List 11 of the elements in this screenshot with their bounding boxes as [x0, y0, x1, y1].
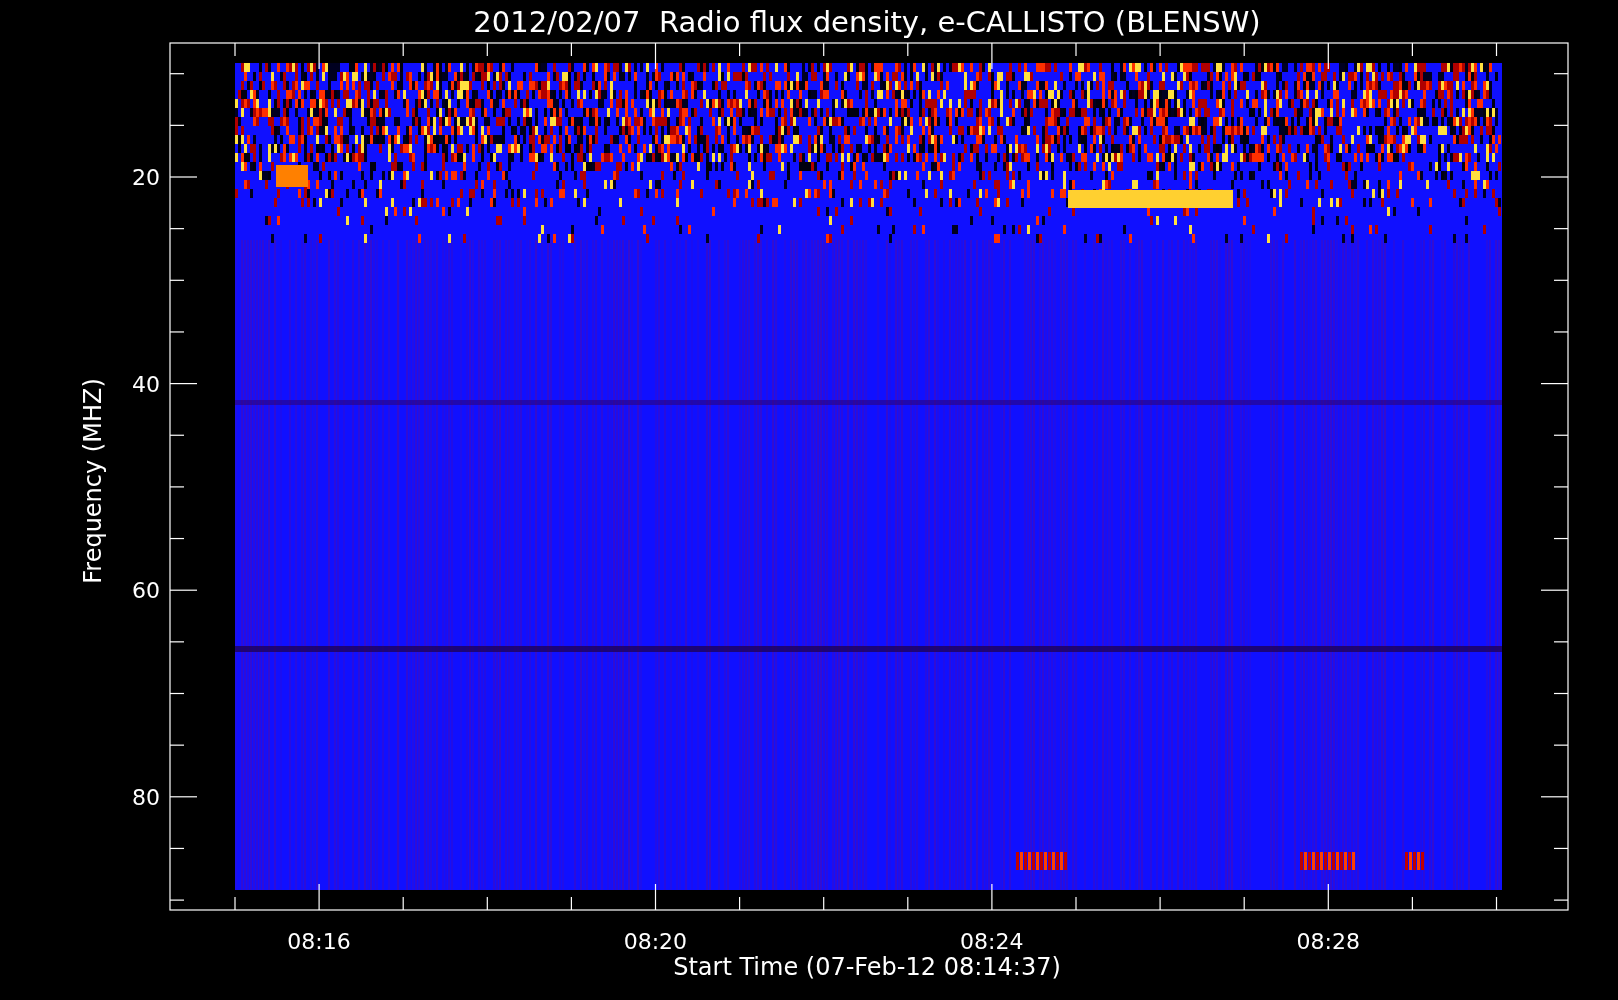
chart-title: 2012/02/07 Radio flux density, e-CALLISTO (BLENSW) — [473, 5, 1261, 39]
y-axis-title: Frequency (MHZ) — [79, 378, 107, 584]
x-tick-label: 08:20 — [623, 929, 688, 954]
x-axis-title: Start Time (07-Feb-12 08:14:37) — [673, 953, 1061, 981]
x-tick-label: 08:28 — [1296, 929, 1360, 954]
y-tick-label: 80 — [132, 784, 160, 810]
y-tick-label: 20 — [132, 165, 160, 190]
y-tick-label: 60 — [132, 578, 160, 604]
x-tick-label: 08:16 — [287, 929, 351, 954]
y-tick-label: 40 — [132, 371, 160, 397]
x-tick-label: 08:24 — [960, 929, 1024, 954]
